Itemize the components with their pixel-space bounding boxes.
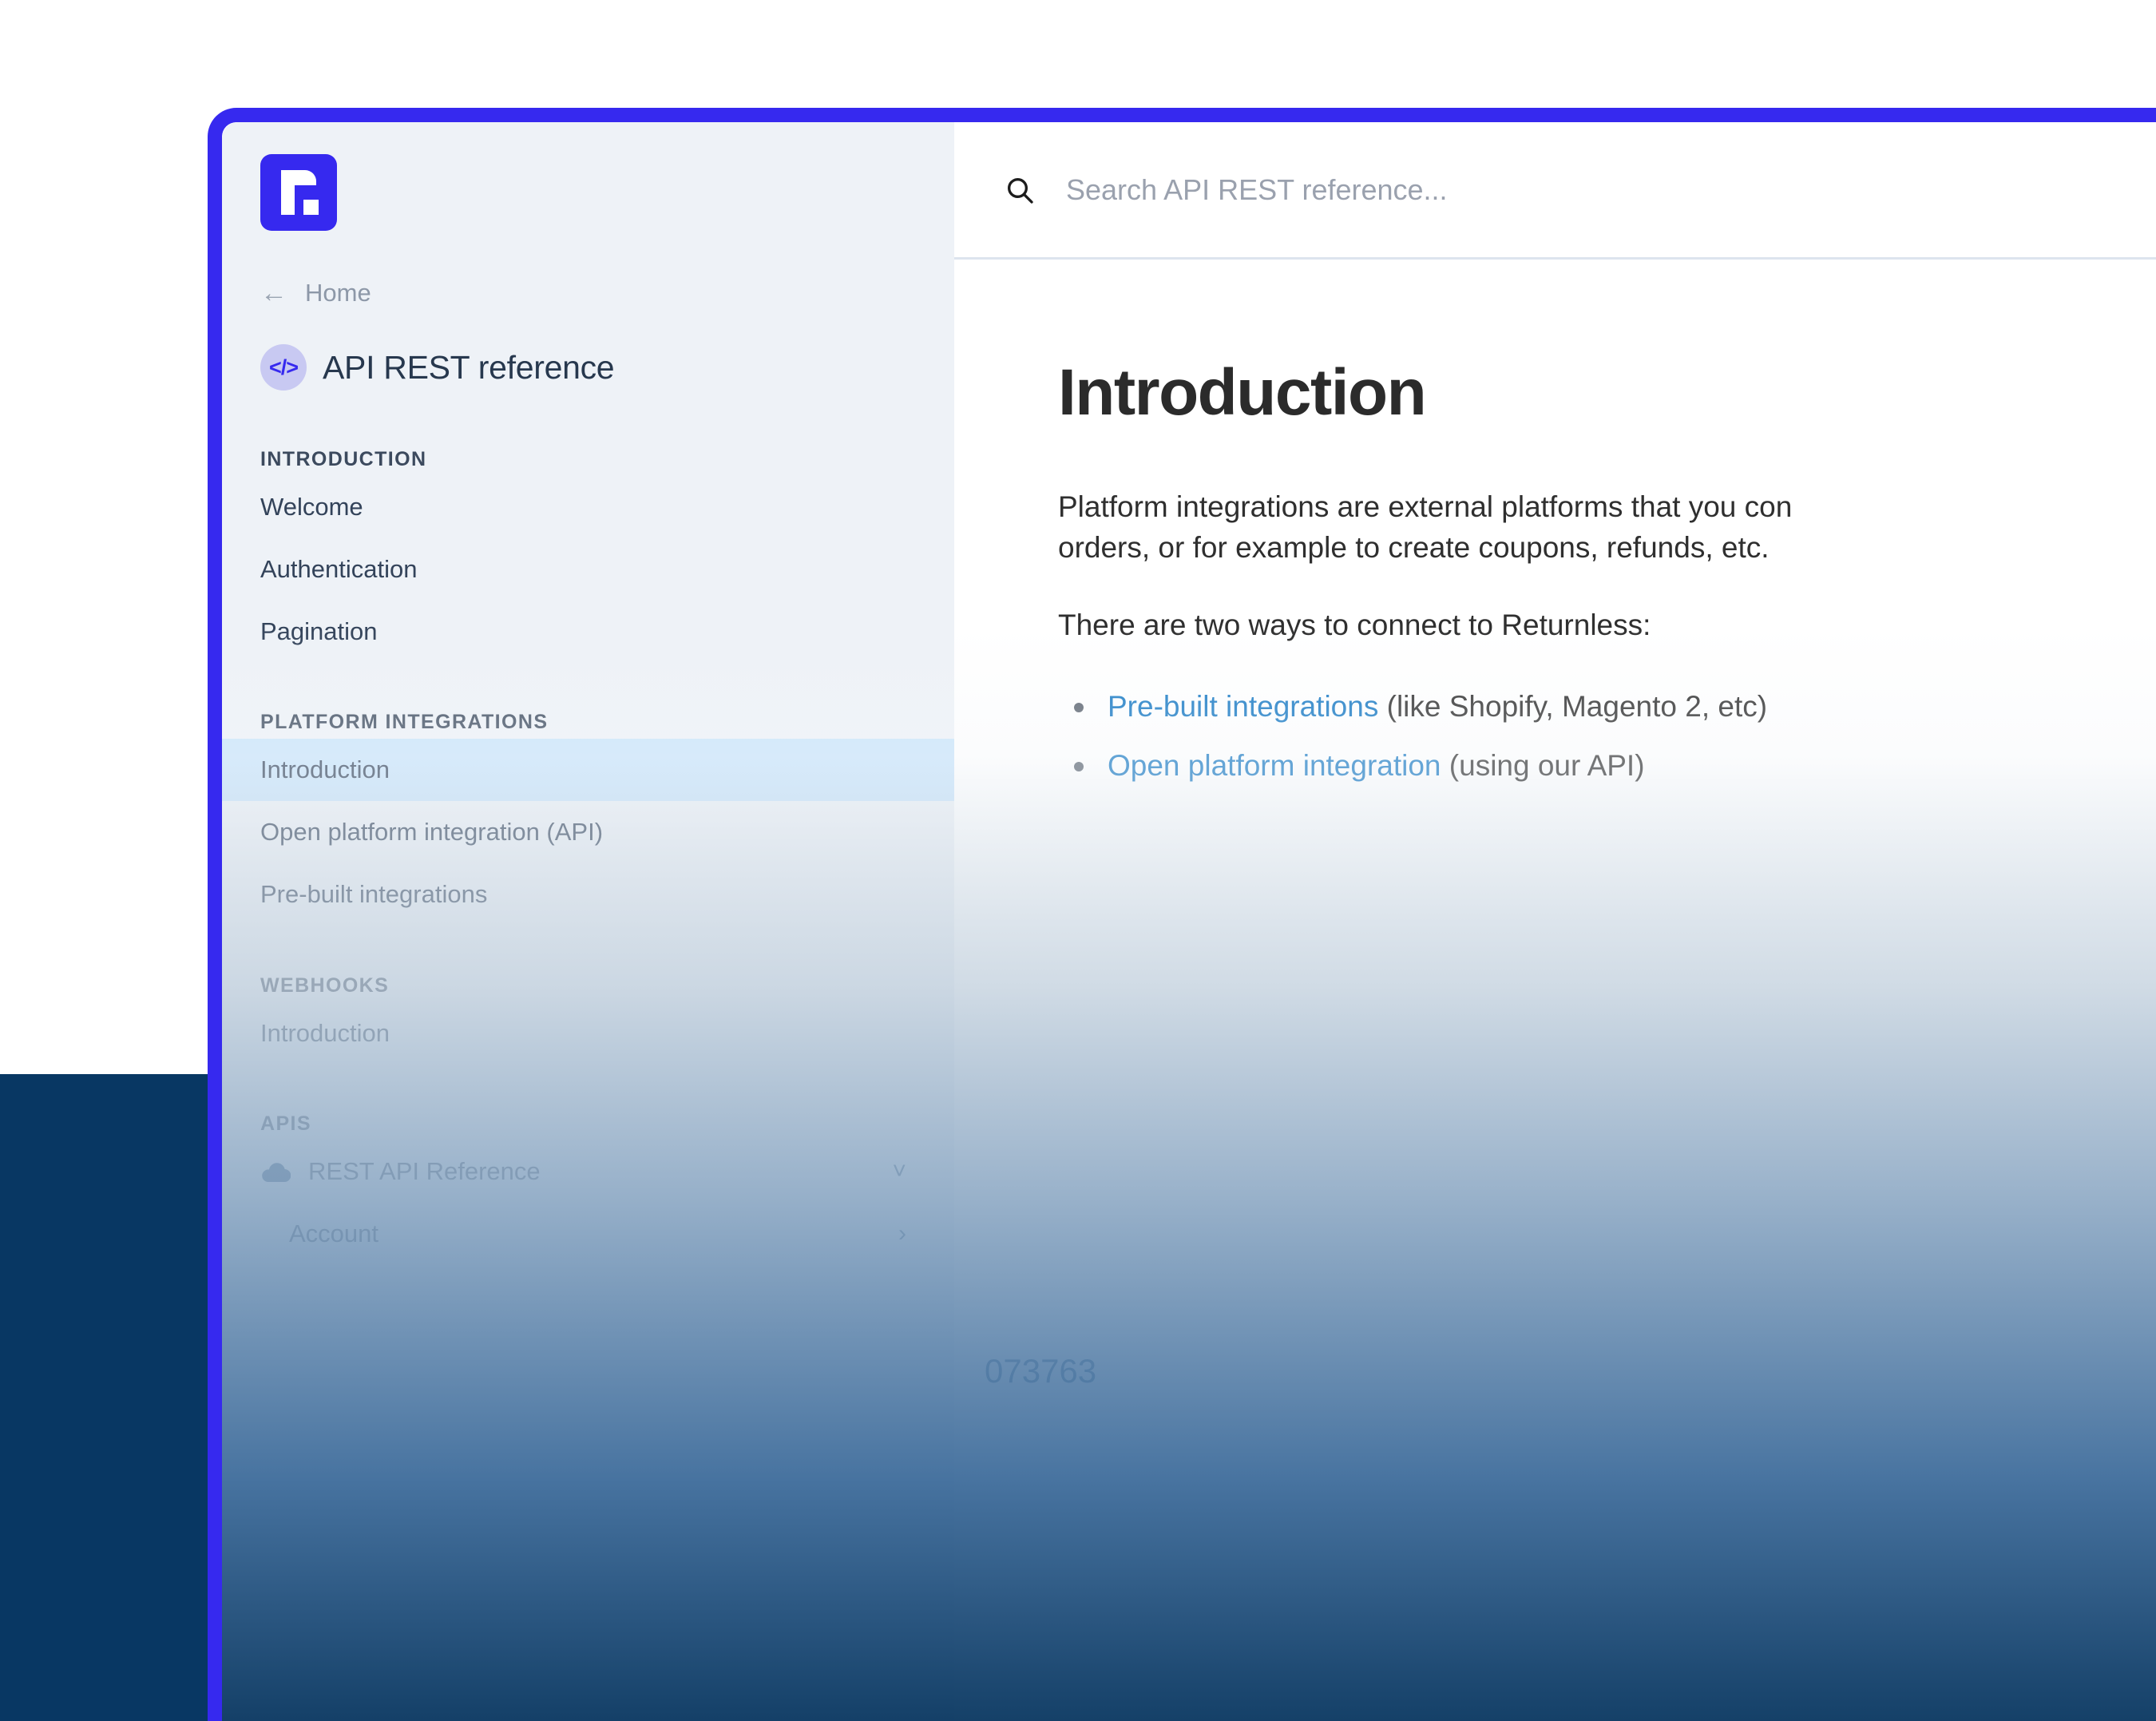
- sidebar-item-pre-built-integrations[interactable]: Pre-built integrations: [222, 863, 954, 926]
- sidebar-item-account[interactable]: Account ›: [222, 1203, 954, 1265]
- connection-methods-list: Pre-built integrations (like Shopify, Ma…: [1058, 685, 2156, 787]
- page-title: Introduction: [1058, 356, 1427, 429]
- app-window-frame: ← Home </> API REST reference INTRODUCTI…: [208, 108, 2156, 1721]
- sidebar-item-webhooks-introduction[interactable]: Introduction: [222, 1002, 954, 1065]
- arrow-left-icon: ←: [260, 278, 287, 308]
- search-input[interactable]: [1066, 172, 2024, 207]
- returnless-logo-icon[interactable]: [260, 154, 337, 231]
- sidebar: ← Home </> API REST reference INTRODUCTI…: [222, 122, 954, 1721]
- nav-group-label-apis: APIS: [260, 1112, 311, 1135]
- intro-paragraph: Platform integrations are external platf…: [1058, 486, 2156, 568]
- sidebar-item-open-platform-integration[interactable]: Open platform integration (API): [222, 801, 954, 863]
- ways-paragraph: There are two ways to connect to Returnl…: [1058, 609, 1651, 642]
- sidebar-item-welcome[interactable]: Welcome: [222, 476, 954, 538]
- nav-group-label-introduction: INTRODUCTION: [260, 448, 427, 470]
- list-item-suffix: (using our API): [1441, 748, 1645, 782]
- sidebar-item-pagination[interactable]: Pagination: [222, 601, 954, 663]
- sidebar-item-label: REST API Reference: [308, 1156, 541, 1185]
- back-to-home-link[interactable]: ← Home: [222, 231, 954, 307]
- chevron-right-icon[interactable]: ›: [898, 1221, 906, 1246]
- sidebar-item-platform-introduction[interactable]: Introduction: [222, 739, 954, 802]
- app-window-inner: ← Home </> API REST reference INTRODUCTI…: [222, 122, 2156, 1721]
- code-number: 073763: [985, 1352, 1097, 1390]
- search-bar[interactable]: [954, 122, 2156, 260]
- main-content: Introduction Platform integrations are e…: [954, 122, 2156, 1721]
- list-item: Open platform integration (using our API…: [1058, 744, 2156, 787]
- navy-background-block: [0, 1074, 208, 1721]
- code-brackets-icon: </>: [260, 344, 307, 391]
- sidebar-nav: INTRODUCTION Welcome Authentication Pagi…: [222, 422, 954, 1265]
- pre-built-integrations-link[interactable]: Pre-built integrations: [1108, 690, 1378, 723]
- nav-group-label-webhooks: WEBHOOKS: [260, 974, 390, 997]
- logo-arm: [292, 170, 316, 185]
- sidebar-item-rest-api-reference[interactable]: REST API Reference ˅: [222, 1140, 954, 1203]
- back-link-label: Home: [305, 279, 371, 307]
- search-icon: [1004, 174, 1036, 206]
- reference-title: API REST reference: [323, 348, 615, 386]
- open-platform-integration-link[interactable]: Open platform integration: [1108, 749, 1441, 782]
- cloud-icon: [260, 1161, 291, 1182]
- reference-title-row[interactable]: </> API REST reference: [222, 307, 954, 391]
- logo-dot: [303, 200, 319, 215]
- list-item: Pre-built integrations (like Shopify, Ma…: [1058, 685, 2156, 728]
- sidebar-item-label: Account: [289, 1219, 379, 1247]
- sidebar-item-authentication[interactable]: Authentication: [222, 538, 954, 601]
- article-content: Introduction Platform integrations are e…: [954, 260, 2156, 787]
- page-root: ← Home </> API REST reference INTRODUCTI…: [0, 0, 2156, 1721]
- chevron-down-icon[interactable]: ˅: [892, 1159, 906, 1184]
- logo-container[interactable]: [222, 122, 954, 231]
- intro-paragraph-line-1: Platform integrations are external platf…: [1058, 490, 1793, 523]
- list-item-suffix: (like Shopify, Magento 2, etc): [1378, 690, 1768, 724]
- nav-group-label-platform-integrations: PLATFORM INTEGRATIONS: [260, 711, 549, 734]
- intro-paragraph-line-2: orders, or for example to create coupons…: [1058, 531, 1770, 565]
